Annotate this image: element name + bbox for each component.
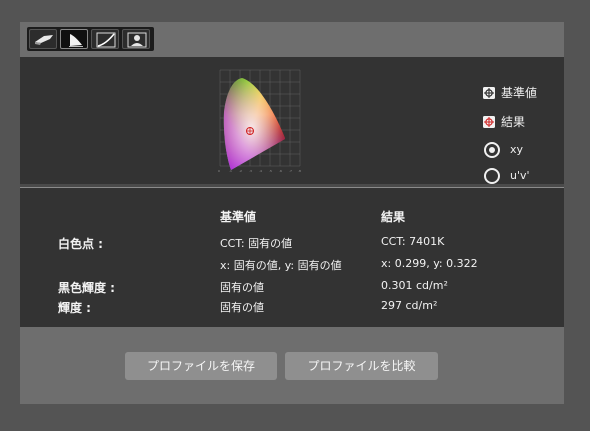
display-icon bbox=[35, 35, 53, 45]
luminance-result: 297 cd/m² bbox=[381, 299, 438, 312]
radio-uv-label: u'v' bbox=[510, 169, 530, 182]
compare-profile-button[interactable]: プロファイルを比較 bbox=[285, 352, 438, 380]
white-point-cct-result: CCT: 7401K bbox=[381, 235, 445, 248]
cie-chromaticity-diagram: 0 .1 .2 .3 .4 .5 .6 .7 .8 bbox=[218, 69, 301, 173]
measurement-info: 基準値 結果 白色点 : CCT: 固有の値 CCT: 7401K x: 固有の… bbox=[20, 188, 564, 327]
svg-text:.4: .4 bbox=[259, 169, 262, 173]
reference-marker-icon bbox=[483, 87, 495, 99]
diagram-tick-labels: 0 .1 .2 .3 .4 .5 .6 .7 .8 bbox=[218, 169, 301, 173]
black-luminance-result: 0.301 cd/m² bbox=[381, 279, 448, 292]
svg-text:.3: .3 bbox=[249, 169, 252, 173]
row-label-white-point: 白色点 : bbox=[58, 237, 103, 251]
svg-text:.5: .5 bbox=[269, 169, 272, 173]
save-profile-button[interactable]: プロファイルを保存 bbox=[125, 352, 277, 380]
white-point-xy-result: x: 0.299, y: 0.322 bbox=[381, 257, 478, 270]
row-label-black-luminance: 黒色輝度 : bbox=[58, 281, 115, 295]
gamut-graph-area: 0 .1 .2 .3 .4 .5 .6 .7 .8 基準値 結果 xy u'v' bbox=[20, 57, 564, 184]
radio-xy-label: xy bbox=[510, 143, 524, 156]
svg-text:.6: .6 bbox=[279, 169, 282, 173]
white-point-cct-reference: CCT: 固有の値 bbox=[220, 237, 293, 250]
tone-curve-icon bbox=[96, 32, 116, 48]
svg-text:.7: .7 bbox=[289, 169, 292, 173]
svg-text:.1: .1 bbox=[229, 169, 232, 173]
column-header-result: 結果 bbox=[381, 210, 406, 224]
tab-gamut[interactable] bbox=[60, 29, 88, 49]
tab-display[interactable] bbox=[29, 29, 57, 49]
row-label-luminance: 輝度 : bbox=[58, 301, 91, 315]
white-point-xy-reference: x: 固有の値, y: 固有の値 bbox=[220, 259, 342, 272]
result-marker-icon bbox=[483, 116, 495, 128]
tab-person[interactable] bbox=[122, 29, 150, 49]
tab-tone-curve[interactable] bbox=[91, 29, 119, 49]
svg-text:.2: .2 bbox=[239, 169, 242, 173]
svg-text:.8: .8 bbox=[298, 169, 301, 173]
radio-xy[interactable] bbox=[484, 142, 500, 158]
result-point-marker bbox=[246, 127, 254, 135]
svg-text:0: 0 bbox=[218, 169, 220, 173]
column-header-reference: 基準値 bbox=[220, 210, 257, 224]
view-tabs bbox=[27, 27, 154, 51]
black-luminance-reference: 固有の値 bbox=[220, 281, 264, 294]
luminance-reference: 固有の値 bbox=[220, 301, 264, 314]
radio-uv[interactable] bbox=[484, 168, 500, 184]
gamut-icon bbox=[69, 34, 83, 47]
person-icon bbox=[127, 32, 147, 48]
profile-panel: 0 .1 .2 .3 .4 .5 .6 .7 .8 基準値 結果 xy u'v' 基準値 結… bbox=[20, 22, 564, 404]
legend-reference-label: 基準値 bbox=[501, 86, 538, 100]
legend-result-label: 結果 bbox=[501, 115, 526, 129]
